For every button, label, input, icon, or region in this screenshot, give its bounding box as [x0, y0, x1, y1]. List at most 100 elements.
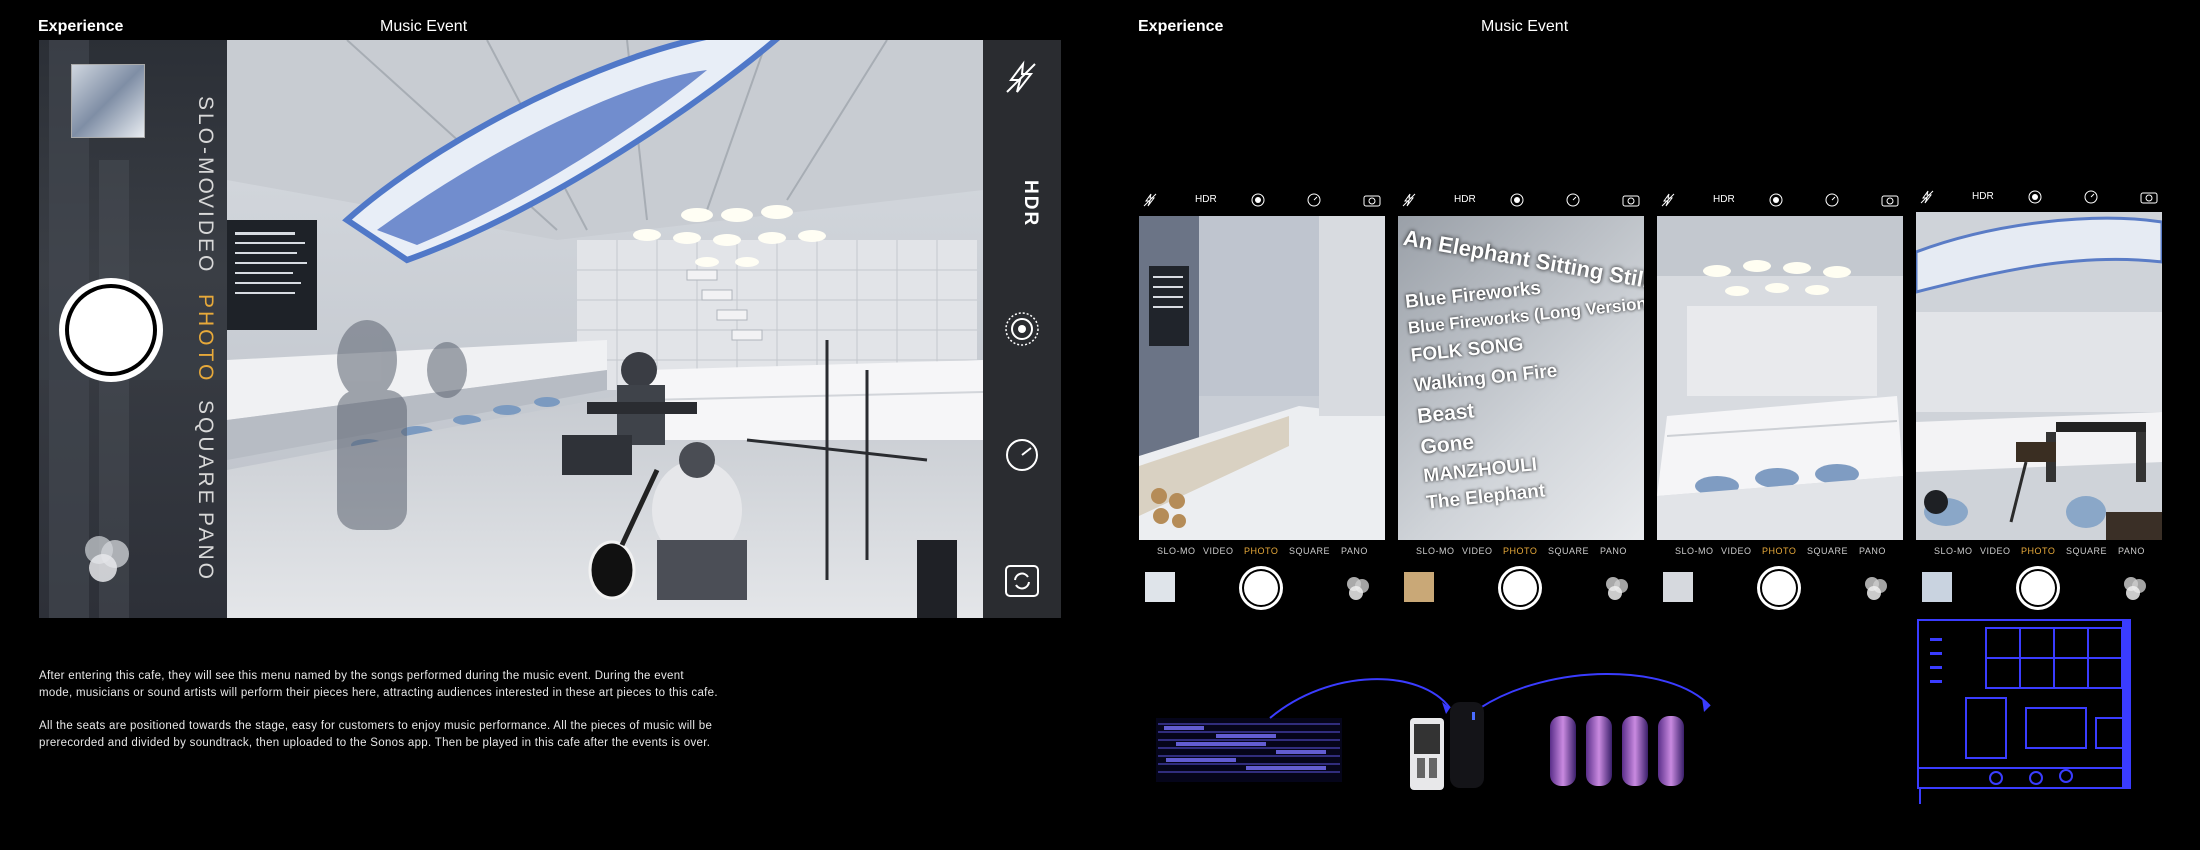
camera-top-controls: HDR — [983, 40, 1061, 618]
thumbnail[interactable] — [71, 64, 145, 138]
mode-pano[interactable]: PANO — [1859, 546, 1886, 556]
timer-icon[interactable] — [1825, 193, 1839, 207]
sonos-speaker-illustration — [1450, 702, 1484, 788]
song-list: Blue Fireworks Blue Fireworks (Long Vers… — [1404, 264, 1644, 516]
phone-screen-1: HDR SLO-MO VIDEO PHOTO SQUARE PANO — [1139, 188, 1385, 610]
phone-bottom-bar — [1657, 566, 1903, 610]
camera-flip-icon[interactable] — [2140, 190, 2158, 204]
timer-icon[interactable] — [1307, 193, 1321, 207]
mode-video[interactable]: VIDEO — [1462, 546, 1493, 556]
phone-top-bar: HDR — [1657, 188, 1903, 214]
mode-pano[interactable]: PANO — [193, 512, 217, 582]
filters-icon[interactable] — [1863, 575, 1889, 601]
caption-paragraph-1: After entering this cafe, they will see … — [39, 670, 718, 699]
mode-video[interactable]: VIDEO — [1980, 546, 2011, 556]
phone-mode-selector: SLO-MO VIDEO PHOTO SQUARE PANO — [1657, 546, 1903, 560]
mode-video[interactable]: VIDEO — [1203, 546, 1234, 556]
phone-photo: An Elephant Sitting Still - The Blue Fir… — [1398, 216, 1644, 540]
speaker-group — [1548, 712, 1690, 788]
right-experience-title: Experience — [1138, 18, 1224, 35]
filters-icon[interactable] — [79, 530, 135, 586]
phone-screen-2: HDR An Elephant Sitting Still - The Blue… — [1398, 188, 1644, 610]
hdr-label[interactable]: HDR — [1713, 194, 1735, 205]
shutter-button[interactable] — [1239, 566, 1283, 610]
big-camera-view: SLO-MO VIDEO PHOTO SQUARE PANO HDR — [39, 40, 1061, 618]
hdr-label[interactable]: HDR — [1454, 194, 1476, 205]
mode-photo[interactable]: PHOTO — [1762, 546, 1796, 556]
live-photo-icon[interactable] — [1769, 193, 1783, 207]
camera-flip-icon[interactable] — [1881, 193, 1899, 207]
mode-photo[interactable]: PHOTO — [1244, 546, 1278, 556]
mode-square[interactable]: SQUARE — [1548, 546, 1589, 556]
thumbnail[interactable] — [1922, 572, 1952, 602]
phone-top-bar: HDR — [1398, 188, 1644, 214]
camera-flip-icon[interactable] — [1622, 193, 1640, 207]
mode-square[interactable]: SQUARE — [2066, 546, 2107, 556]
mode-slo-mo[interactable]: SLO-MO — [193, 96, 217, 197]
phone-photo — [1916, 212, 2162, 540]
mode-slo-mo[interactable]: SLO-MO — [1157, 546, 1196, 556]
timer-icon[interactable] — [2084, 190, 2098, 204]
timer-icon[interactable] — [1003, 436, 1041, 474]
mode-pano[interactable]: PANO — [1341, 546, 1368, 556]
mode-video[interactable]: VIDEO — [1721, 546, 1752, 556]
viewfinder-scene — [227, 40, 983, 618]
phone-mode-selector: SLO-MO VIDEO PHOTO SQUARE PANO — [1398, 546, 1644, 560]
mode-pano[interactable]: PANO — [2118, 546, 2145, 556]
phone-screen-3: HDR SLO-MO VIDEO PHOTO SQUARE PANO — [1657, 188, 1903, 610]
phone-device-illustration — [1410, 718, 1444, 790]
cafe-scene-illustration — [227, 40, 983, 618]
mode-video[interactable]: VIDEO — [193, 194, 217, 274]
flash-off-icon[interactable] — [1402, 193, 1416, 207]
hdr-toggle[interactable]: HDR — [1019, 180, 1041, 227]
mode-pano[interactable]: PANO — [1600, 546, 1627, 556]
thumbnail[interactable] — [1663, 572, 1693, 602]
mode-square[interactable]: SQUARE — [193, 400, 217, 507]
mode-photo[interactable]: PHOTO — [1503, 546, 1537, 556]
phone-bottom-bar — [1398, 566, 1644, 610]
flash-off-icon[interactable] — [1143, 193, 1157, 207]
live-photo-icon[interactable] — [2028, 190, 2042, 204]
shutter-button[interactable] — [1757, 566, 1801, 610]
filters-icon[interactable] — [2122, 575, 2148, 601]
filters-icon[interactable] — [1345, 575, 1371, 601]
shutter-button[interactable] — [59, 278, 163, 382]
shutter-button[interactable] — [1498, 566, 1542, 610]
phone-mode-selector: SLO-MO VIDEO PHOTO SQUARE PANO — [1916, 546, 2162, 560]
mode-photo[interactable]: PHOTO — [193, 294, 217, 383]
phone-bottom-bar — [1139, 566, 1385, 610]
mode-square[interactable]: SQUARE — [1807, 546, 1848, 556]
flow-arrows — [1269, 673, 1711, 719]
live-photo-icon[interactable] — [1003, 310, 1041, 348]
flash-off-icon[interactable] — [1003, 60, 1039, 96]
mode-slo-mo[interactable]: SLO-MO — [1416, 546, 1455, 556]
hdr-label[interactable]: HDR — [1972, 191, 1994, 202]
phone-top-bar: HDR — [1916, 188, 2162, 214]
camera-flip-icon[interactable] — [1363, 193, 1381, 207]
hdr-label[interactable]: HDR — [1195, 194, 1217, 205]
mode-slo-mo[interactable]: SLO-MO — [1934, 546, 1973, 556]
phone-photo — [1657, 216, 1903, 540]
mode-square[interactable]: SQUARE — [1289, 546, 1330, 556]
filters-icon[interactable] — [1604, 575, 1630, 601]
timer-icon[interactable] — [1566, 193, 1580, 207]
floor-plan-diagram — [1916, 618, 2138, 808]
live-photo-icon[interactable] — [1251, 193, 1265, 207]
switch-camera-icon[interactable] — [1003, 560, 1041, 600]
mode-slo-mo[interactable]: SLO-MO — [1675, 546, 1714, 556]
mode-photo[interactable]: PHOTO — [2021, 546, 2055, 556]
flash-off-icon[interactable] — [1661, 193, 1675, 207]
stage-photo — [1916, 212, 2162, 540]
left-event-title: Music Event — [380, 18, 468, 35]
phone-screen-4: HDR SLO-MO VIDEO PHOTO SQUARE PANO — [1916, 188, 2162, 610]
phone-bottom-bar — [1916, 566, 2162, 610]
right-event-title: Music Event — [1481, 18, 1569, 35]
phone-top-bar: HDR — [1139, 188, 1385, 214]
thumbnail[interactable] — [1404, 572, 1434, 602]
flash-off-icon[interactable] — [1920, 190, 1934, 204]
thumbnail[interactable] — [1145, 572, 1175, 602]
live-photo-icon[interactable] — [1510, 193, 1524, 207]
shutter-button[interactable] — [2016, 566, 2060, 610]
phone-photo — [1139, 216, 1385, 540]
phone-mode-selector: SLO-MO VIDEO PHOTO SQUARE PANO — [1139, 546, 1385, 560]
